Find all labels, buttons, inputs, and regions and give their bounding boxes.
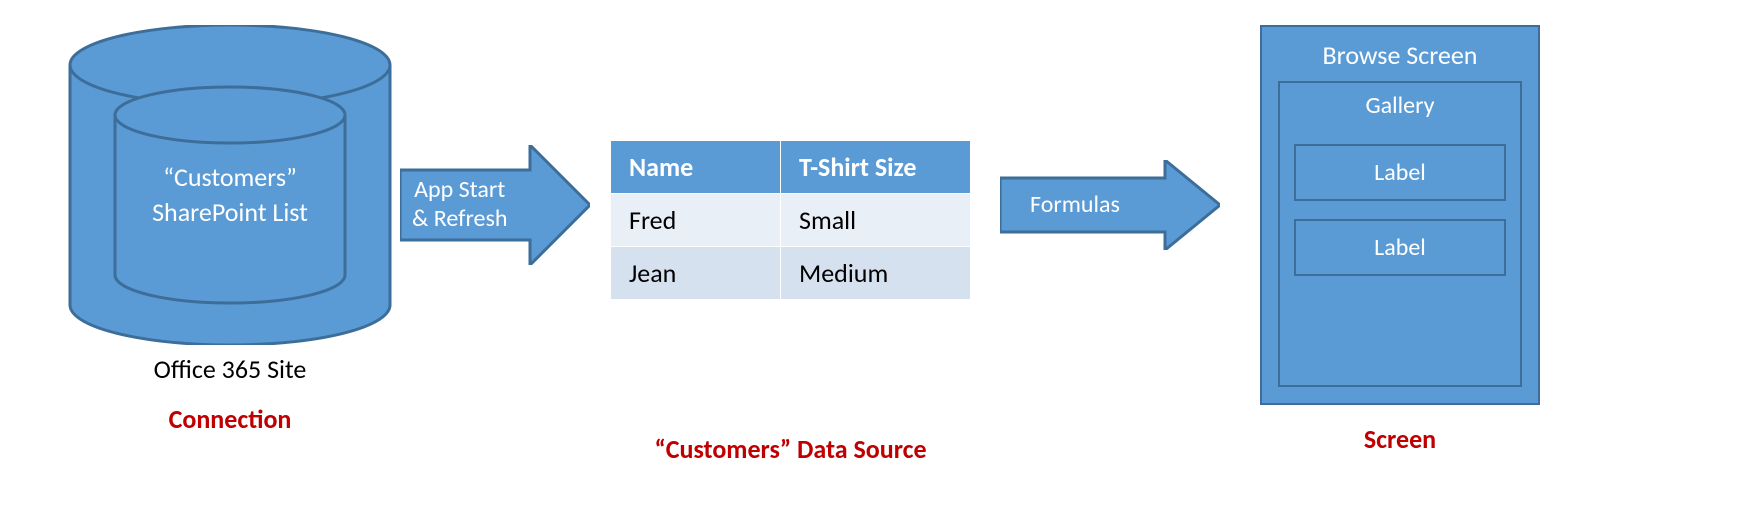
arrow-app-start: App Start & Refresh <box>400 145 590 265</box>
database-inner-cylinder: “Customers” SharePoint List <box>110 85 350 305</box>
gallery-container: Gallery Label Label <box>1278 81 1522 387</box>
connection-caption: Connection <box>169 403 292 435</box>
arrow-formulas: Formulas <box>1000 160 1220 250</box>
datasource-caption: “Customers” Data Source <box>654 433 926 465</box>
table-row: Jean Medium <box>611 247 971 300</box>
site-label: Office 365 Site <box>154 353 307 385</box>
gallery-label: Label <box>1294 144 1506 201</box>
screen-stage: Browse Screen Gallery Label Label Screen <box>1260 25 1540 455</box>
table-header-row: Name T-Shirt Size <box>611 141 971 194</box>
arrow1-label: App Start & Refresh <box>412 176 507 234</box>
table-row: Fred Small <box>611 194 971 247</box>
screen-caption: Screen <box>1364 423 1436 455</box>
database-outer-cylinder: “Customers” SharePoint List <box>60 25 400 345</box>
datasource-stage: Name T-Shirt Size Fred Small Jean Medium… <box>610 140 971 465</box>
browse-screen: Browse Screen Gallery Label Label <box>1260 25 1540 405</box>
sharepoint-list-label: “Customers” SharePoint List <box>130 160 330 230</box>
col-size: T-Shirt Size <box>781 141 971 194</box>
customers-table: Name T-Shirt Size Fred Small Jean Medium <box>610 140 971 300</box>
screen-title: Browse Screen <box>1323 39 1478 71</box>
arrow2-label: Formulas <box>1030 191 1120 220</box>
connection-stage: “Customers” SharePoint List Office 365 S… <box>60 25 400 435</box>
gallery-title: Gallery <box>1366 91 1435 120</box>
gallery-label: Label <box>1294 219 1506 276</box>
col-name: Name <box>611 141 781 194</box>
